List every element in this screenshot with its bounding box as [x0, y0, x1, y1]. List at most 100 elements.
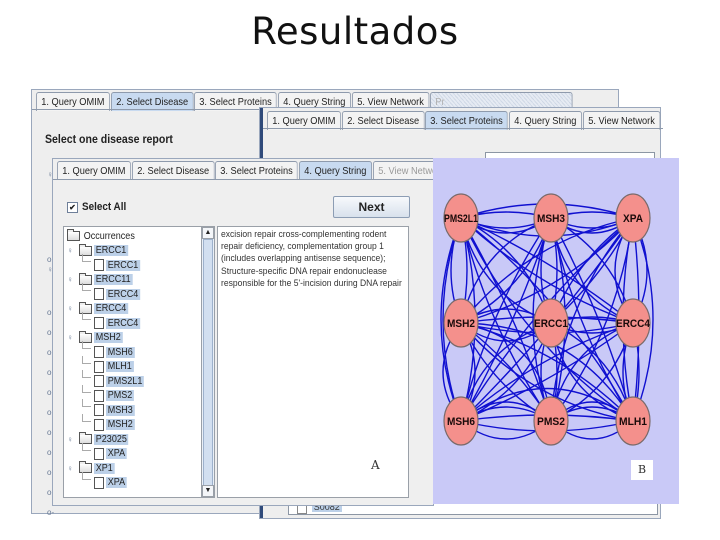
front-tab-bar: 1. Query OMIM 2. Select Disease 3. Select … — [57, 161, 451, 180]
tree-node-label[interactable]: MSH3 — [106, 404, 135, 416]
tree-node-label[interactable]: ERCC4 — [94, 303, 129, 314]
front-tab-1[interactable]: 1. Query OMIM — [57, 161, 131, 180]
tree-leaf[interactable]: MSH2 — [94, 418, 138, 432]
network-node[interactable]: XPA — [615, 193, 651, 243]
checkbox-icon[interactable]: ✔ — [67, 201, 78, 213]
tree-node-label[interactable]: MSH2 — [94, 332, 123, 343]
tree-node-label[interactable]: ERCC4 — [106, 317, 141, 329]
tree-root[interactable]: Occurrences — [67, 229, 143, 243]
document-icon — [94, 404, 104, 416]
tree-connector — [82, 442, 91, 451]
occurrences-tree[interactable]: Occurrences ♀ ERCC1 ERCC1 ♀ ERCC11 ERCC4 ♀ ERCC4… — [63, 226, 215, 498]
tree-group[interactable]: ♀ ERCC4 — [67, 301, 132, 316]
tree-leaf[interactable]: ERCC4 — [94, 316, 144, 330]
document-icon — [94, 389, 104, 402]
tree-node-label[interactable]: P23025 — [94, 433, 129, 445]
back-heading: Select one disease report — [45, 132, 173, 146]
tree-node-label[interactable]: MSH6 — [106, 346, 135, 358]
tree-connector — [82, 283, 91, 291]
expand-handle-icon[interactable]: ♀ — [67, 435, 79, 444]
tree-handle-icon[interactable]: o- — [47, 508, 54, 517]
description-line: repair deficiency, complementation group… — [221, 241, 384, 253]
folder-icon — [67, 229, 80, 241]
tree-node-label[interactable]: PMS2L1 — [106, 375, 145, 387]
tree-connector — [82, 471, 91, 480]
description-line: excision repair cross-complementing rode… — [221, 229, 387, 240]
network-panel: PMS2L1 MSH3 XPA MSH2 ERCC1 ERCC4 MSH6 PMS2 MLH1 … — [433, 158, 679, 504]
next-button[interactable]: Next — [333, 196, 410, 218]
tree-scrollbar[interactable]: ▲ ▼ — [201, 226, 215, 498]
tree-node-label[interactable]: ERCC1 — [106, 259, 141, 271]
tree-node-label[interactable]: PMS2 — [106, 390, 135, 401]
network-node[interactable]: ERCC1 — [533, 298, 569, 348]
front-window: 1. Query OMIM 2. Select Disease 3. Select … — [52, 158, 450, 506]
network-node-label: XPA — [623, 213, 643, 225]
tree-node-label[interactable]: XPA — [106, 448, 127, 459]
network-node-label: MSH6 — [447, 416, 475, 428]
tree-leaf[interactable]: PMS2L1 — [94, 374, 148, 388]
tree-leaf[interactable]: XPA — [94, 447, 129, 461]
tree-connector — [82, 254, 91, 262]
network-graph: PMS2L1 MSH3 XPA MSH2 ERCC1 ERCC4 MSH6 PMS2 MLH1 — [440, 193, 654, 446]
description-line: (includes overlapping antisense sequence… — [221, 253, 386, 265]
network-node-label: ERCC4 — [616, 318, 651, 330]
description-box: excision repair cross-complementing rode… — [217, 226, 409, 498]
front-tab-4[interactable]: 4. Query String — [299, 161, 372, 180]
network-node-label: MLH1 — [619, 416, 647, 428]
description-line: responsible for the 5'-incision during D… — [221, 277, 402, 289]
tree-connector — [82, 370, 91, 378]
figure-label-a: A — [371, 458, 380, 472]
document-icon — [94, 317, 104, 329]
network-node[interactable]: ERCC4 — [615, 298, 651, 348]
network-node[interactable]: MLH1 — [615, 396, 651, 446]
tree-node-label[interactable]: MLH1 — [106, 361, 134, 372]
network-node[interactable]: MSH2 — [443, 298, 479, 348]
front-tab-2[interactable]: 2. Select Disease — [131, 161, 215, 180]
network-node[interactable]: PMS2 — [533, 396, 569, 446]
expand-handle-icon[interactable]: ♀ — [67, 304, 79, 313]
tree-group[interactable]: ♀ ERCC11 — [67, 272, 137, 287]
expand-handle-icon[interactable]: ♀ — [67, 246, 79, 255]
tree-leaf[interactable]: XPA — [94, 476, 129, 490]
tree-leaf[interactable]: MSH6 — [94, 345, 138, 359]
tree-group[interactable]: ♀ MSH2 — [67, 330, 126, 345]
tree-connector — [82, 355, 91, 364]
tree-node-label[interactable]: ERCC4 — [106, 288, 141, 300]
scroll-up-arrow[interactable]: ▲ — [202, 227, 214, 239]
select-all-label[interactable]: Select All — [82, 201, 126, 213]
document-icon — [94, 447, 104, 460]
tree-leaf[interactable]: PMS2 — [94, 389, 137, 403]
tree-leaf[interactable]: ERCC4 — [94, 287, 144, 301]
tree-node-label[interactable]: XP1 — [94, 462, 115, 474]
tree-node-label[interactable]: MSH2 — [106, 419, 135, 430]
document-icon — [94, 346, 104, 358]
tree-connector — [82, 413, 91, 422]
tree-leaf[interactable]: MLH1 — [94, 360, 137, 374]
tree-node-label[interactable]: ERCC1 — [94, 245, 129, 256]
tree-node-label[interactable]: ERCC11 — [94, 274, 133, 285]
document-icon — [94, 259, 104, 271]
network-node[interactable]: MSH6 — [443, 396, 479, 446]
tree-node-label[interactable]: XPA — [106, 477, 127, 488]
select-all-checkbox[interactable]: ✔ Select All — [67, 201, 131, 213]
expand-handle-icon[interactable]: ♀ — [67, 464, 79, 473]
expand-handle-icon[interactable]: ♀ — [67, 275, 79, 284]
network-node[interactable]: MSH3 — [533, 193, 569, 243]
document-icon — [94, 288, 104, 300]
description-line: Structure-specific DNA repair endonuclea… — [221, 265, 387, 277]
network-node-label: MSH3 — [537, 213, 565, 225]
tree-node-label[interactable]: Occurrences — [82, 231, 137, 242]
tree-leaf[interactable]: MSH3 — [94, 403, 138, 417]
network-node[interactable]: PMS2L1 — [443, 193, 479, 243]
tree-group[interactable]: ♀ XP1 — [67, 461, 117, 475]
tree-connector — [82, 341, 91, 349]
tree-group[interactable]: ♀ ERCC1 — [67, 243, 132, 258]
document-icon — [94, 360, 104, 373]
front-tab-3[interactable]: 3. Select Proteins — [215, 161, 299, 180]
scroll-down-arrow[interactable]: ▼ — [202, 485, 214, 497]
tree-leaf[interactable]: ERCC1 — [94, 258, 144, 272]
expand-handle-icon[interactable]: ♀ — [67, 333, 79, 342]
scroll-thumb[interactable] — [203, 239, 213, 487]
tree-group[interactable]: ♀ P23025 — [67, 432, 132, 446]
tree-connector — [82, 399, 91, 407]
